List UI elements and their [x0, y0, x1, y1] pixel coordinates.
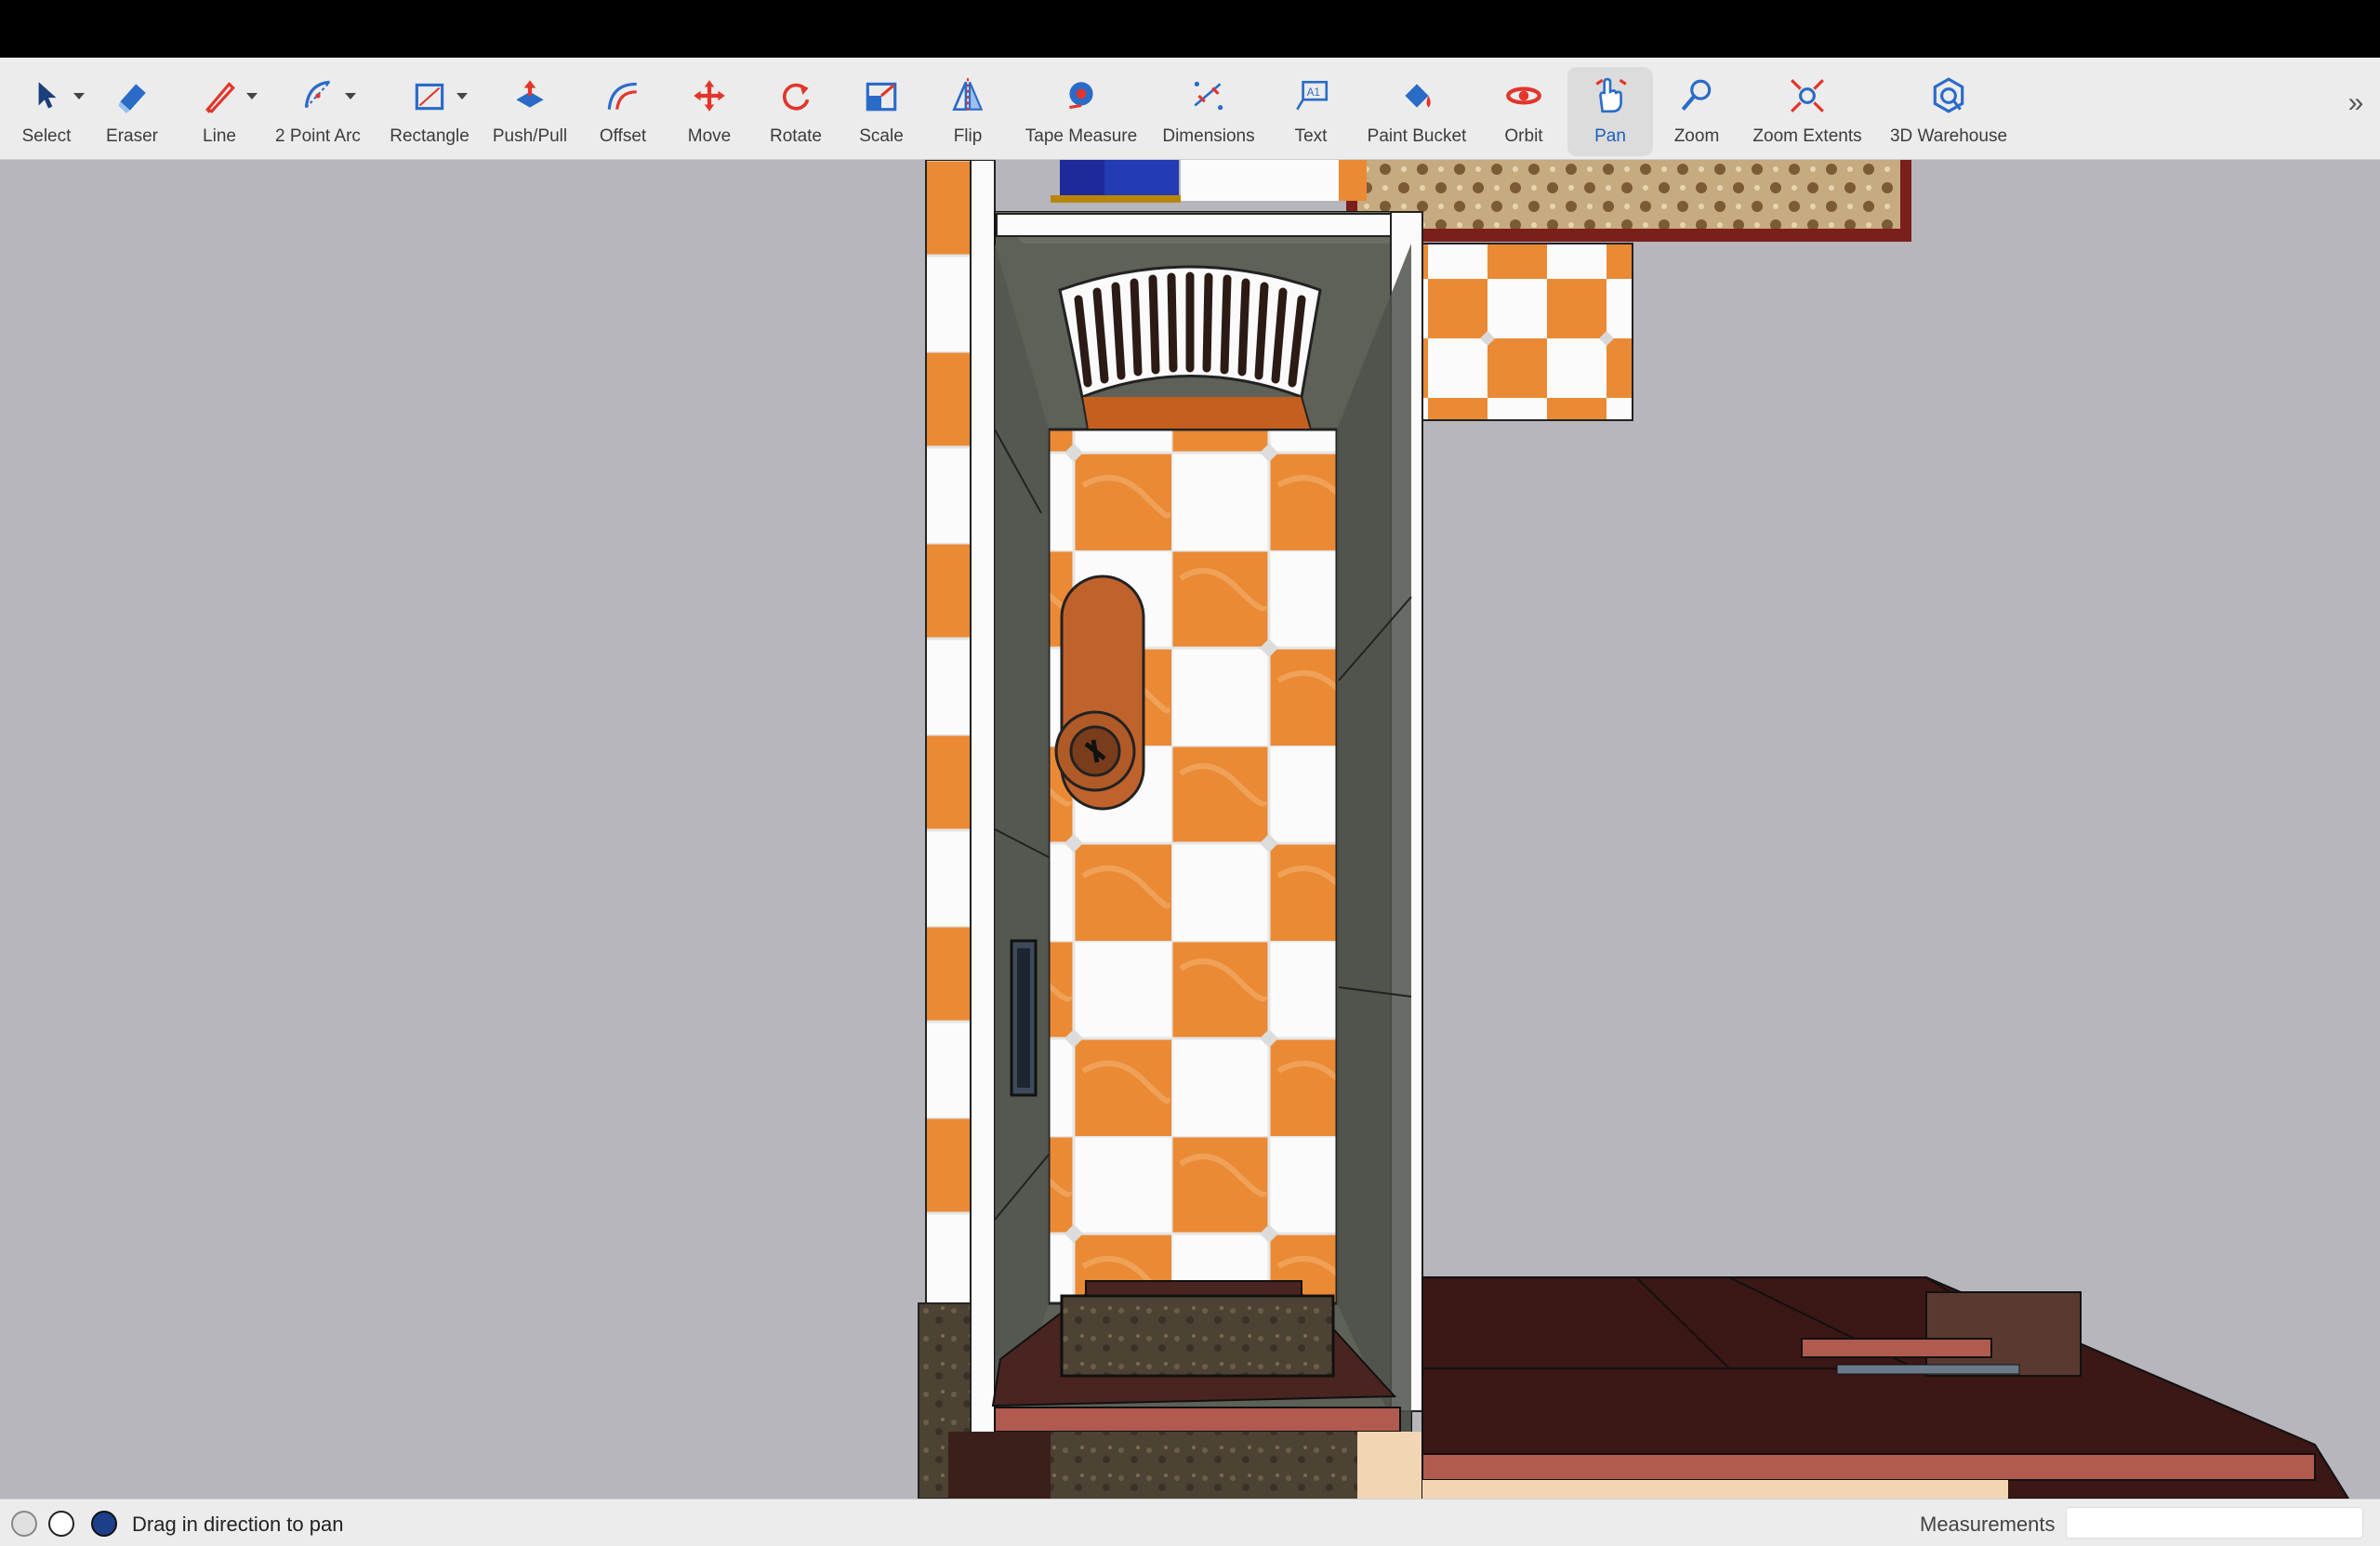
move-icon	[686, 73, 733, 119]
tool-label: Eraser	[106, 126, 158, 146]
tool-3d-warehouse[interactable]: 3D Warehouse	[1882, 67, 2016, 156]
tool-label: Flip	[953, 126, 983, 146]
tool-flip[interactable]: Flip	[935, 67, 1000, 156]
tool-scale[interactable]: Scale	[848, 67, 915, 156]
tool-dimensions[interactable]: Dimensions	[1157, 67, 1261, 156]
credits-info-icon[interactable]	[48, 1511, 74, 1537]
tool-label: 3D Warehouse	[1889, 126, 2008, 146]
tool-label: Orbit	[1504, 126, 1543, 146]
tool-rectangle[interactable]: Rectangle	[383, 67, 476, 156]
tool-orbit[interactable]: Orbit	[1491, 67, 1556, 156]
tool-label: Scale	[859, 126, 904, 146]
scale-icon	[858, 73, 905, 119]
tool-eraser[interactable]: Eraser	[99, 67, 165, 156]
offset-icon	[600, 73, 646, 119]
tape-measure-icon	[1058, 73, 1104, 119]
rotate-icon	[773, 73, 819, 119]
tool-label: Dimensions	[1162, 126, 1255, 146]
toolbar-overflow-icon[interactable]: »	[2339, 87, 2373, 125]
tool-tape-measure[interactable]: Tape Measure	[1019, 67, 1144, 156]
warehouse-icon	[1925, 73, 1972, 119]
pencil-icon	[196, 73, 258, 119]
tool-offset[interactable]: Offset	[589, 67, 656, 156]
help-icon[interactable]	[91, 1511, 117, 1537]
tool-label: Select	[21, 126, 72, 146]
tool-label: 2 Point Arc	[275, 126, 361, 146]
status-message: Drag in direction to pan	[132, 1513, 344, 1536]
tool-move[interactable]: Move	[677, 67, 742, 156]
eraser-icon	[109, 73, 155, 119]
pan-hand-icon	[1587, 73, 1633, 119]
tool-label: Rotate	[770, 126, 822, 146]
tool-label: Zoom	[1673, 126, 1720, 146]
tool-label: Offset	[599, 126, 647, 146]
tool-paint-bucket[interactable]: Paint Bucket	[1359, 67, 1474, 156]
paint-bucket-icon	[1394, 73, 1440, 119]
tool-label: Rectangle	[390, 126, 469, 146]
model-scene	[918, 160, 2350, 1499]
flip-icon	[945, 73, 991, 119]
tool-label: Paint Bucket	[1367, 126, 1467, 146]
window-title-bar	[0, 0, 2380, 58]
dimensions-icon	[1185, 73, 1232, 119]
tool-label: Text	[1294, 126, 1328, 146]
tool-zoom[interactable]: Zoom	[1664, 67, 1729, 156]
select-arrow-icon	[23, 73, 85, 119]
model-viewport[interactable]	[0, 160, 2380, 1499]
tool-label: Pan	[1594, 126, 1626, 146]
tool-line[interactable]: Line	[186, 67, 258, 156]
tool-label: Line	[203, 126, 236, 146]
arc-icon	[295, 73, 356, 119]
tool-push-pull[interactable]: Push/Pull	[485, 67, 575, 156]
tool-select[interactable]: Select	[11, 67, 85, 156]
rectangle-icon	[406, 73, 468, 119]
tool-text[interactable]: A1 Text	[1277, 67, 1344, 156]
push-pull-icon	[507, 73, 553, 119]
tool-label: Push/Pull	[492, 126, 568, 146]
main-toolbar: Select Eraser Line 2 Point Arc Rectangle	[0, 58, 2380, 160]
tool-rotate[interactable]: Rotate	[762, 67, 829, 156]
tool-label: Tape Measure	[1025, 126, 1138, 146]
measurements-label: Measurements	[1920, 1513, 2056, 1536]
tool-label: Zoom Extents	[1752, 126, 1862, 146]
zoom-icon	[1673, 73, 1720, 119]
status-bar: Drag in direction to pan Measurements	[0, 1499, 2380, 1546]
geo-location-icon[interactable]	[11, 1511, 37, 1537]
chevron-down-icon[interactable]	[345, 93, 356, 99]
chevron-down-icon[interactable]	[73, 93, 85, 99]
orbit-icon	[1501, 73, 1547, 119]
tool-zoom-extents[interactable]: Zoom Extents	[1744, 67, 1871, 156]
measurements-input[interactable]	[2066, 1507, 2363, 1539]
zoom-extents-icon	[1784, 73, 1831, 119]
chevron-down-icon[interactable]	[456, 93, 468, 99]
tool-2-point-arc[interactable]: 2 Point Arc	[270, 67, 366, 156]
svg-text:A1: A1	[1307, 87, 1320, 99]
tool-label: Move	[687, 126, 732, 146]
chevron-down-icon[interactable]	[246, 93, 258, 99]
tool-pan[interactable]: Pan	[1567, 67, 1653, 156]
text-icon: A1	[1288, 73, 1334, 119]
